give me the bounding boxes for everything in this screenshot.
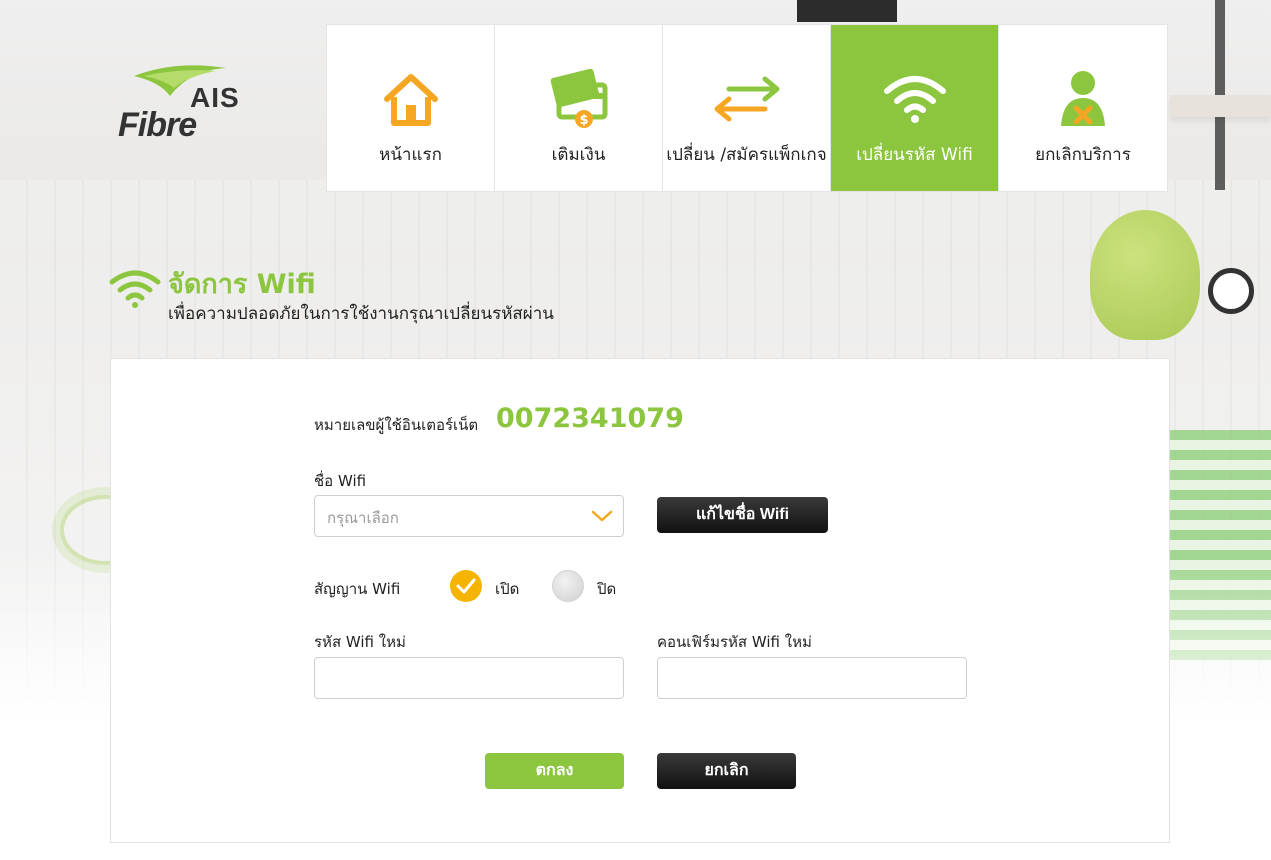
background-picture-frame (797, 0, 897, 22)
nav-label-change-package: เปลี่ยน /สมัครแพ็กเกจ (666, 145, 827, 165)
background-clock (1208, 268, 1254, 314)
new-password-input[interactable] (314, 657, 624, 699)
background-mascot (1090, 210, 1200, 340)
cancel-user-icon (1055, 69, 1111, 129)
ais-fibre-logo[interactable]: AIS Fibre (112, 62, 252, 147)
wifi-form-panel: หมายเลขผู้ใช้อินเตอร์เน็ต 0072341079 ชื่… (110, 358, 1170, 843)
edit-wifi-name-button[interactable]: แก้ไขชื่อ Wifi (657, 497, 828, 533)
confirm-password-input[interactable] (657, 657, 967, 699)
wifi-signal-label: สัญญาน Wifi (314, 580, 401, 598)
wifi-name-select[interactable]: กรุณาเลือก (314, 495, 624, 537)
topup-card-icon: $ (547, 69, 611, 129)
background-shelf (1170, 95, 1271, 117)
nav-item-change-wifi-password[interactable]: เปลี่ยนรหัส Wifi (831, 25, 999, 191)
page-title: จัดการ Wifi (168, 269, 316, 300)
nav-label-topup: เติมเงิน (551, 145, 606, 165)
wifi-name-label: ชื่อ Wifi (314, 472, 367, 490)
page-subtitle: เพื่อความปลอดภัยในการใช้งานกรุณาเปลี่ยนร… (168, 304, 554, 324)
signal-on-label: เปิด (495, 580, 520, 598)
checkmark-icon (456, 578, 476, 594)
nav-label-home: หน้าแรก (379, 145, 442, 165)
logo-product-text: Fibre (118, 106, 197, 144)
nav-label-cancel-service: ยกเลิกบริการ (1035, 145, 1131, 165)
nav-item-change-package[interactable]: เปลี่ยน /สมัครแพ็กเกจ (663, 25, 831, 191)
logo-brand-text: AIS (190, 82, 240, 113)
submit-button[interactable]: ตกลง (485, 753, 624, 789)
confirm-password-label: คอนเฟิร์มรหัส Wifi ใหม่ (657, 633, 812, 651)
wifi-icon (883, 69, 947, 129)
nav-item-topup[interactable]: $ เติมเงิน (495, 25, 663, 191)
section-wifi-icon (108, 268, 162, 312)
nav-item-home[interactable]: หน้าแรก (327, 25, 495, 191)
svg-text:$: $ (579, 113, 588, 128)
nav-item-cancel-service[interactable]: ยกเลิกบริการ (999, 25, 1167, 191)
nav-label-change-wifi-password: เปลี่ยนรหัส Wifi (856, 145, 973, 165)
main-nav: หน้าแรก $ เติมเงิน เปลี่ยน /สมัครแพ็กเกจ (326, 24, 1168, 192)
account-number-value: 0072341079 (496, 403, 684, 434)
cancel-button[interactable]: ยกเลิก (657, 753, 796, 789)
chevron-down-icon (591, 508, 613, 528)
new-password-label: รหัส Wifi ใหม่ (314, 633, 406, 651)
swap-arrows-icon (709, 69, 785, 129)
home-icon (381, 69, 441, 129)
account-number-label: หมายเลขผู้ใช้อินเตอร์เน็ต (314, 416, 479, 434)
signal-off-label: ปิด (597, 580, 617, 598)
signal-on-radio[interactable] (450, 570, 482, 602)
wifi-name-placeholder: กรุณาเลือก (327, 509, 399, 527)
signal-off-radio[interactable] (552, 570, 584, 602)
